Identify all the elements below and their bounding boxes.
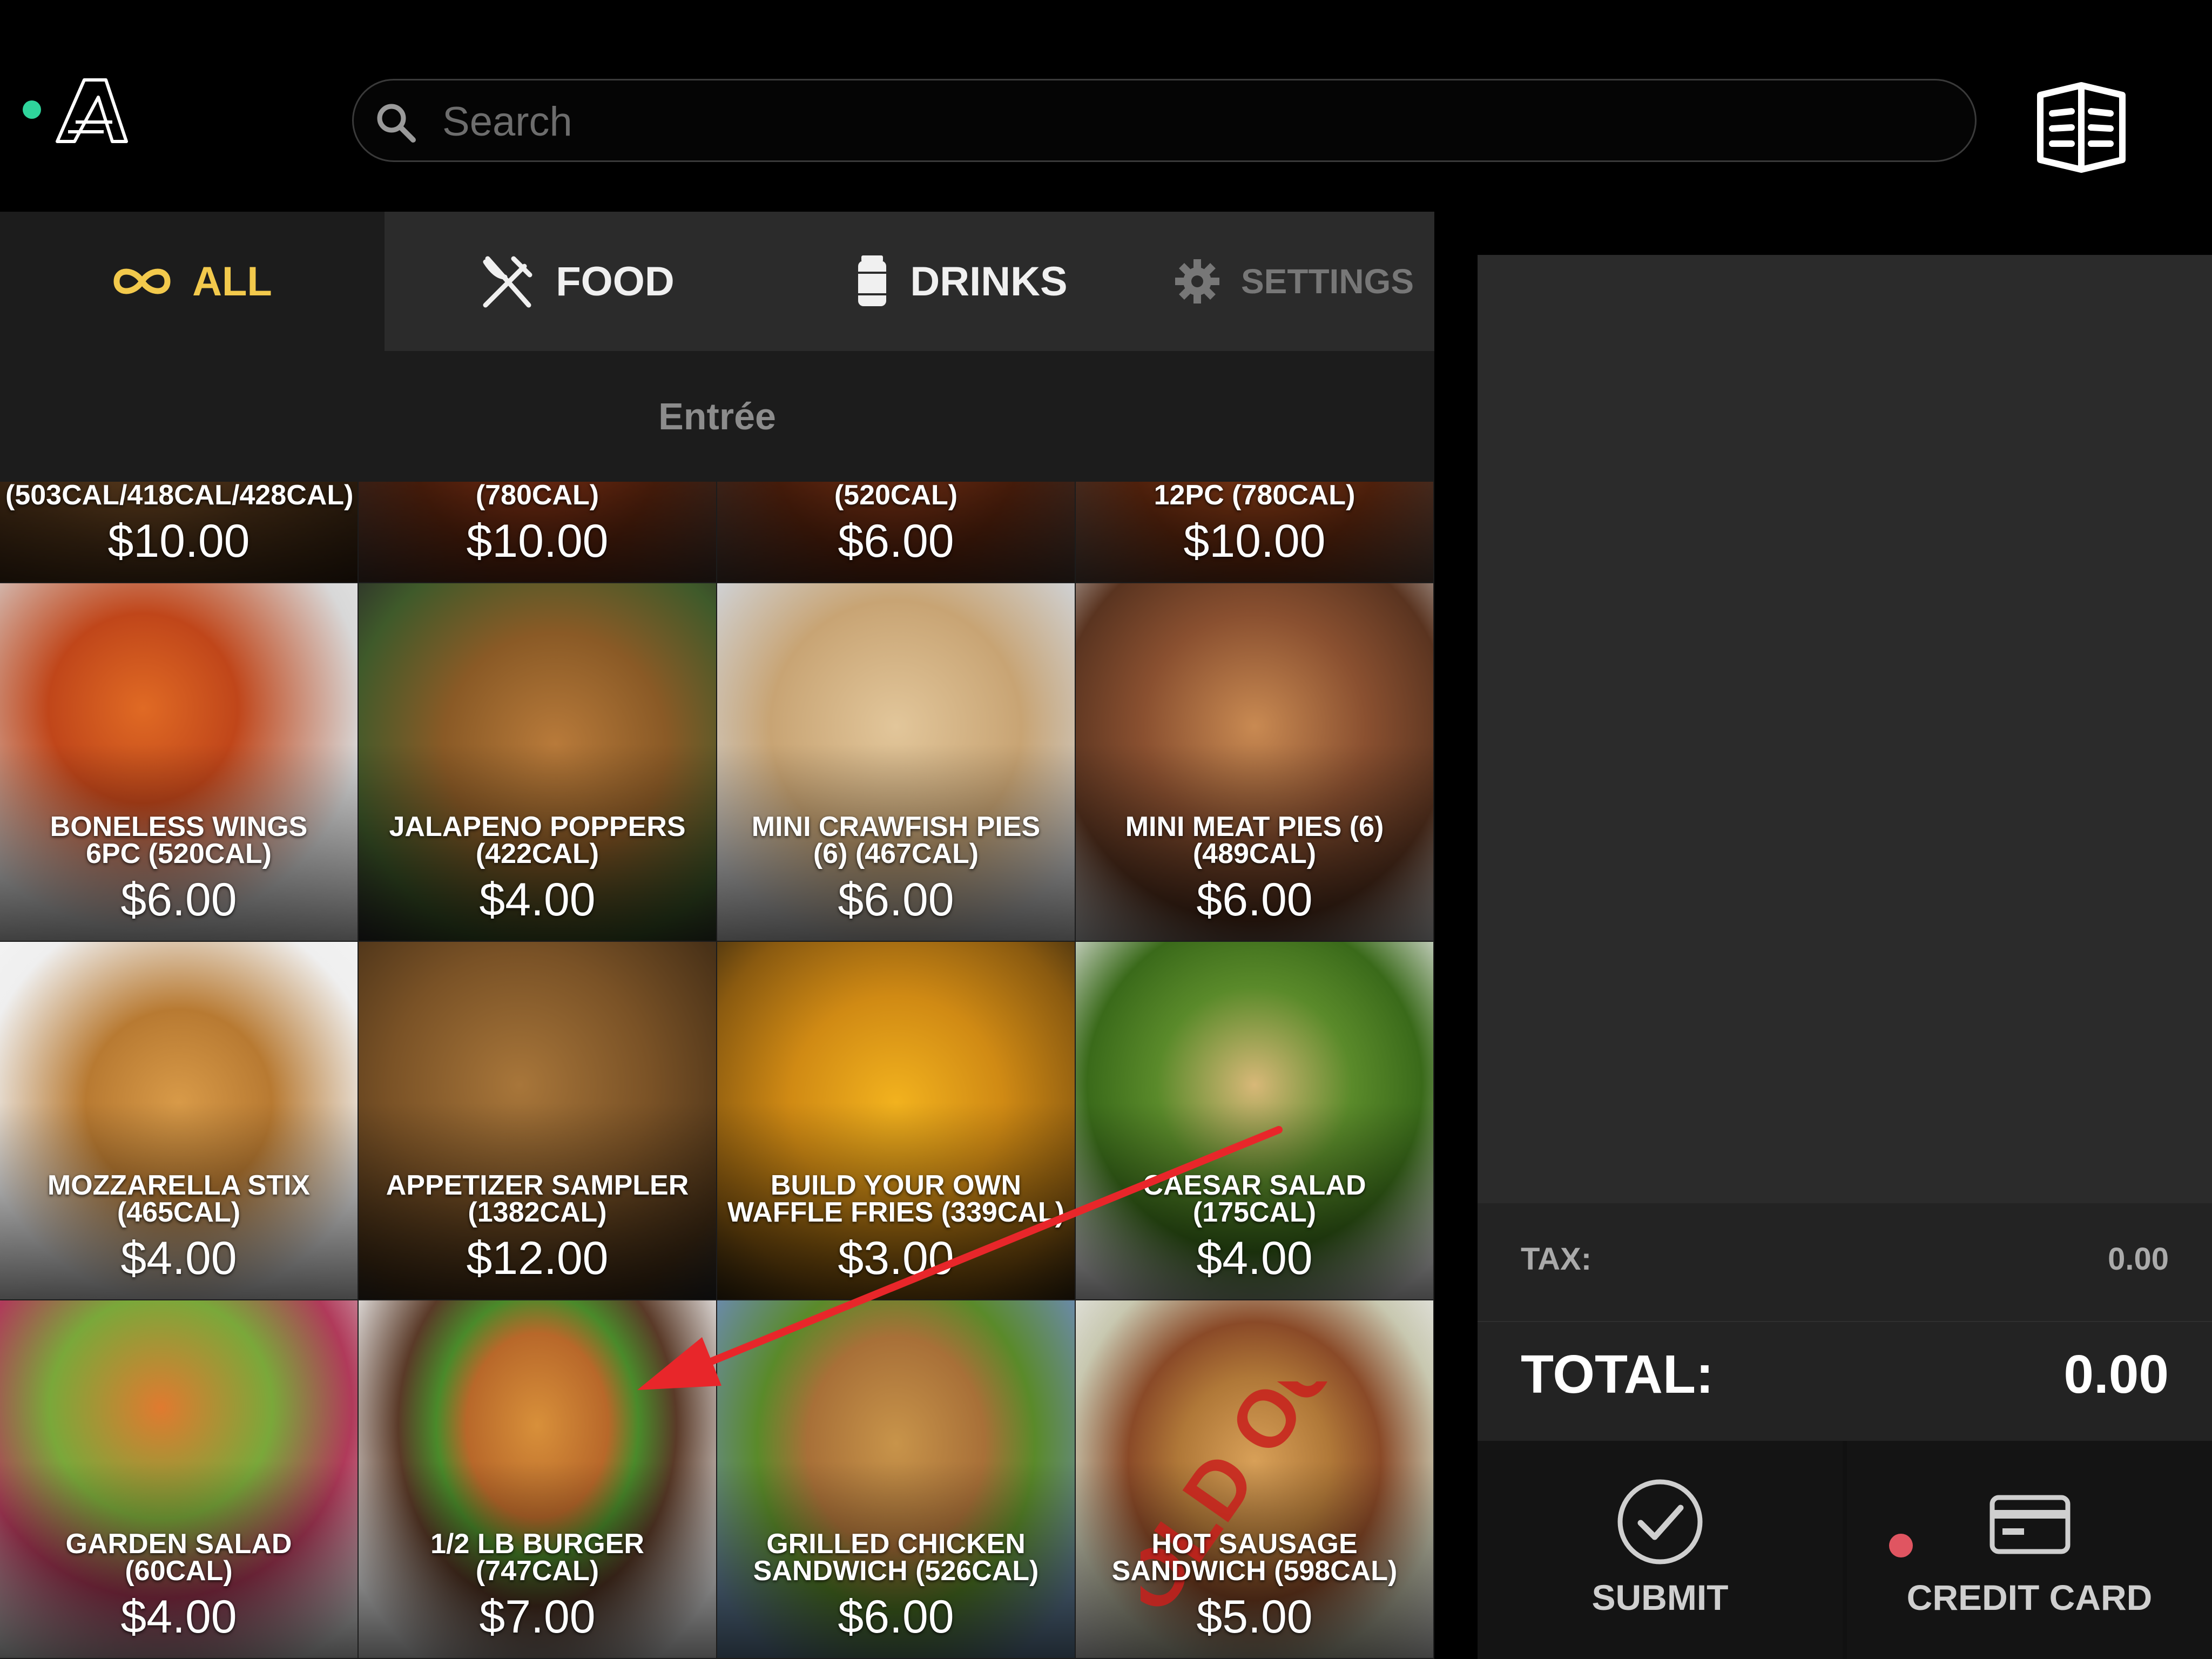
- total-value: 0.00: [2063, 1344, 2169, 1405]
- item-price: $4.00: [1196, 1232, 1313, 1284]
- item-price: $6.00: [838, 515, 954, 567]
- menu-item-tile[interactable]: APPETIZER SAMPLER (1382CAL) $12.00: [359, 942, 717, 1300]
- menu-item-tile[interactable]: MINI MEAT PIES (6) (489CAL) $6.00: [1076, 583, 1434, 942]
- total-label: TOTAL:: [1521, 1344, 1714, 1405]
- credit-card-icon: [1990, 1495, 2071, 1554]
- tax-label: TAX:: [1521, 1242, 1592, 1277]
- menu-item-tile[interactable]: GRILLED CHICKEN SANDWICH (526CAL) $6.00: [717, 1300, 1076, 1659]
- panel-corner: [1434, 212, 1478, 255]
- item-price: $7.00: [479, 1591, 596, 1643]
- menu-item-tile[interactable]: BUILD YOUR OWN WAFFLE FRIES (339CAL) $3.…: [717, 942, 1076, 1300]
- item-price: $6.00: [1196, 874, 1313, 926]
- card-reader-status-dot: [1889, 1534, 1913, 1557]
- app-logo-icon: [56, 78, 128, 143]
- tab-all[interactable]: ALL: [0, 212, 385, 351]
- menu-item-tile[interactable]: MOZZARELLA STIX (465CAL) $4.00: [0, 942, 359, 1300]
- menu-item-grid: CAPN'S BOUNTY PLATTERS (503CAL/418CAL/42…: [0, 482, 1434, 1659]
- item-name: BONE-IN WINGS 6PC (520CAL): [754, 482, 1038, 511]
- subcategory-label: Entrée: [658, 395, 776, 437]
- menu-item-tile[interactable]: CAESAR SALAD (175CAL) $4.00: [1076, 942, 1434, 1300]
- tab-food[interactable]: FOOD: [385, 212, 769, 351]
- item-price: $4.00: [479, 874, 596, 926]
- credit-card-label: CREDIT CARD: [1906, 1577, 2153, 1617]
- menu-item-tile[interactable]: BONELESS WINGS 12PC (780CAL) $10.00: [1076, 482, 1434, 583]
- item-price: $6.00: [838, 874, 954, 926]
- menu-item-tile[interactable]: 1/2 LB BURGER (747CAL) $7.00: [359, 1300, 717, 1659]
- submit-button[interactable]: SUBMIT: [1478, 1441, 1843, 1659]
- category-tabs: ALL FOOD DRINKS SETTINGS: [0, 212, 1434, 351]
- item-price: $10.00: [107, 515, 250, 567]
- can-icon: [858, 255, 887, 306]
- menu-item-tile[interactable]: MINI CRAWFISH PIES (6) (467CAL) $6.00: [717, 583, 1076, 942]
- item-price: $10.00: [1183, 515, 1326, 567]
- item-name: GARDEN SALAD (60CAL): [65, 1528, 292, 1587]
- connection-status-dot: [23, 100, 41, 119]
- item-name: CAESAR SALAD (175CAL): [1143, 1170, 1366, 1228]
- item-price: $4.00: [120, 1232, 237, 1284]
- item-price: $6.00: [120, 874, 237, 926]
- tab-settings[interactable]: SETTINGS: [1154, 212, 1434, 351]
- menu-item-tile[interactable]: BONE-IN WINGS 6PC (520CAL) $6.00: [717, 482, 1076, 583]
- totals-divider: [1478, 1321, 2212, 1322]
- submit-label: SUBMIT: [1591, 1577, 1729, 1617]
- checkmark-circle-icon: [1617, 1479, 1703, 1564]
- subcategory-header: Entrée: [0, 351, 1434, 482]
- item-name: MINI CRAWFISH PIES (6) (467CAL): [751, 811, 1041, 869]
- item-name: MOZZARELLA STIX (465CAL): [47, 1170, 311, 1228]
- item-name: GRILLED CHICKEN SANDWICH (526CAL): [753, 1528, 1039, 1587]
- tab-settings-label: SETTINGS: [1240, 262, 1414, 301]
- item-name: BUILD YOUR OWN WAFFLE FRIES (339CAL): [727, 1170, 1065, 1228]
- menu-panel: ALL FOOD DRINKS SETTINGS Entrée (503CAL/…: [0, 212, 1434, 1659]
- tab-all-label: ALL: [192, 258, 272, 305]
- search-icon: [377, 104, 416, 143]
- infinity-icon: [113, 268, 171, 294]
- item-name: MINI MEAT PIES (6) (489CAL): [1125, 811, 1384, 869]
- tab-drinks-label: DRINKS: [910, 258, 1068, 305]
- action-buttons: SUBMIT CREDIT CARD: [1478, 1441, 2212, 1659]
- item-name: BONELESS WINGS 6PC (520CAL): [50, 811, 308, 869]
- item-name: JALAPENO POPPERS (422CAL): [389, 811, 686, 869]
- menu-item-tile[interactable]: JALAPENO POPPERS (422CAL) $4.00: [359, 583, 717, 942]
- search-bar[interactable]: [352, 79, 1977, 162]
- item-price: $6.00: [838, 1591, 954, 1643]
- item-price: $12.00: [466, 1232, 609, 1284]
- item-price: $5.00: [1196, 1591, 1313, 1643]
- order-totals: TAX: 0.00 TOTAL: 0.00: [1478, 1203, 2212, 1441]
- item-name: CAPN'S BOUNTY PLATTERS (503CAL/418CAL/42…: [5, 482, 354, 511]
- menu-item-tile[interactable]: GARDEN SALAD (60CAL) $4.00: [0, 1300, 359, 1659]
- search-input[interactable]: [441, 91, 1945, 152]
- item-name: HOT SAUSAGE SANDWICH (598CAL): [1111, 1528, 1398, 1587]
- item-name: APPETIZER SAMPLER (1382CAL): [386, 1170, 689, 1228]
- credit-card-button[interactable]: CREDIT CARD: [1847, 1441, 2212, 1659]
- item-name: BONE-IN WINGS 12PC (780CAL): [388, 482, 687, 511]
- tax-value: 0.00: [2108, 1242, 2169, 1277]
- menu-item-tile-sold-out[interactable]: SOLD OUT HOT SAUSAGE SANDWICH (598CAL) $…: [1076, 1300, 1434, 1659]
- menu-item-tile[interactable]: BONELESS WINGS 6PC (520CAL) $6.00: [0, 583, 359, 942]
- item-price: $10.00: [466, 515, 609, 567]
- tab-drinks[interactable]: DRINKS: [769, 212, 1154, 351]
- item-price: $4.00: [120, 1591, 237, 1643]
- menu-item-tile[interactable]: BONE-IN WINGS 12PC (780CAL) $10.00: [359, 482, 717, 583]
- item-name: BONELESS WINGS 12PC (780CAL): [1126, 482, 1384, 511]
- item-name: 1/2 LB BURGER (747CAL): [430, 1528, 644, 1587]
- menu-item-tile[interactable]: CAPN'S BOUNTY PLATTERS (503CAL/418CAL/42…: [0, 482, 359, 583]
- gear-icon: [1175, 259, 1219, 304]
- fork-knife-icon: [483, 256, 532, 308]
- top-bar: [0, 0, 2212, 212]
- tab-food-label: FOOD: [556, 258, 675, 305]
- menu-book-icon[interactable]: [2034, 79, 2129, 174]
- item-price: $3.00: [838, 1232, 954, 1284]
